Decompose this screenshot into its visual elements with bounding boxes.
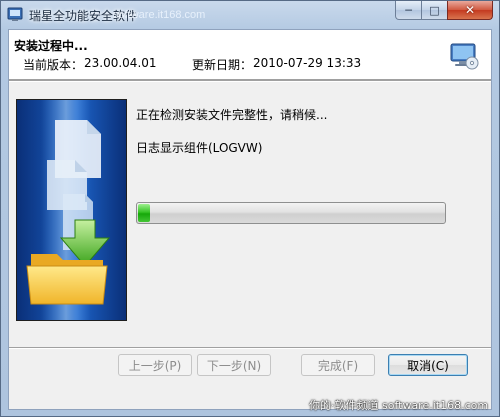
maximize-button[interactable]: □	[421, 1, 448, 20]
version-value: 23.00.04.01	[84, 56, 157, 70]
side-banner	[16, 99, 127, 321]
minimize-button[interactable]: ─	[395, 1, 422, 20]
component-text: 日志显示组件(LOGVW)	[136, 141, 263, 155]
next-button[interactable]: 下一步(N)	[197, 354, 271, 376]
wizard-header: 安装过程中... 当前版本： 23.00.04.01 更新日期： 2010-07…	[9, 30, 491, 80]
version-label: 当前版本：	[23, 58, 84, 72]
site-watermark: 你的·软件频道 software.it168.com	[309, 399, 489, 412]
cancel-button[interactable]: 取消(C)	[388, 354, 468, 376]
title-watermark: software.it168.com	[113, 9, 206, 21]
date-label: 更新日期：	[192, 58, 253, 72]
status-text: 正在检测安装文件完整性，请稍候...	[136, 108, 328, 122]
close-button[interactable]: ✕	[447, 1, 493, 20]
progress-bar	[136, 202, 446, 224]
progress-fill	[138, 204, 150, 222]
page-title: 安装过程中...	[14, 39, 88, 53]
header-divider	[9, 80, 491, 82]
prev-button[interactable]: 上一步(P)	[118, 354, 192, 376]
date-value: 2010-07-29 13:33	[253, 56, 362, 70]
files-into-folder-icon	[17, 100, 126, 320]
app-icon	[7, 7, 23, 21]
close-icon: ✕	[464, 3, 476, 17]
minimize-icon: ─	[405, 3, 412, 17]
client-area: 安装过程中... 当前版本： 23.00.04.01 更新日期： 2010-07…	[8, 29, 492, 410]
maximize-icon: □	[429, 3, 440, 17]
installer-window: 瑞星全功能安全软件 software.it168.com ─ □ ✕ 安装过程中…	[0, 0, 500, 417]
title-bar[interactable]: 瑞星全功能安全软件 software.it168.com ─ □ ✕	[1, 1, 499, 29]
monitor-cd-icon	[450, 43, 479, 70]
footer-divider	[9, 347, 491, 349]
finish-button[interactable]: 完成(F)	[301, 354, 375, 376]
